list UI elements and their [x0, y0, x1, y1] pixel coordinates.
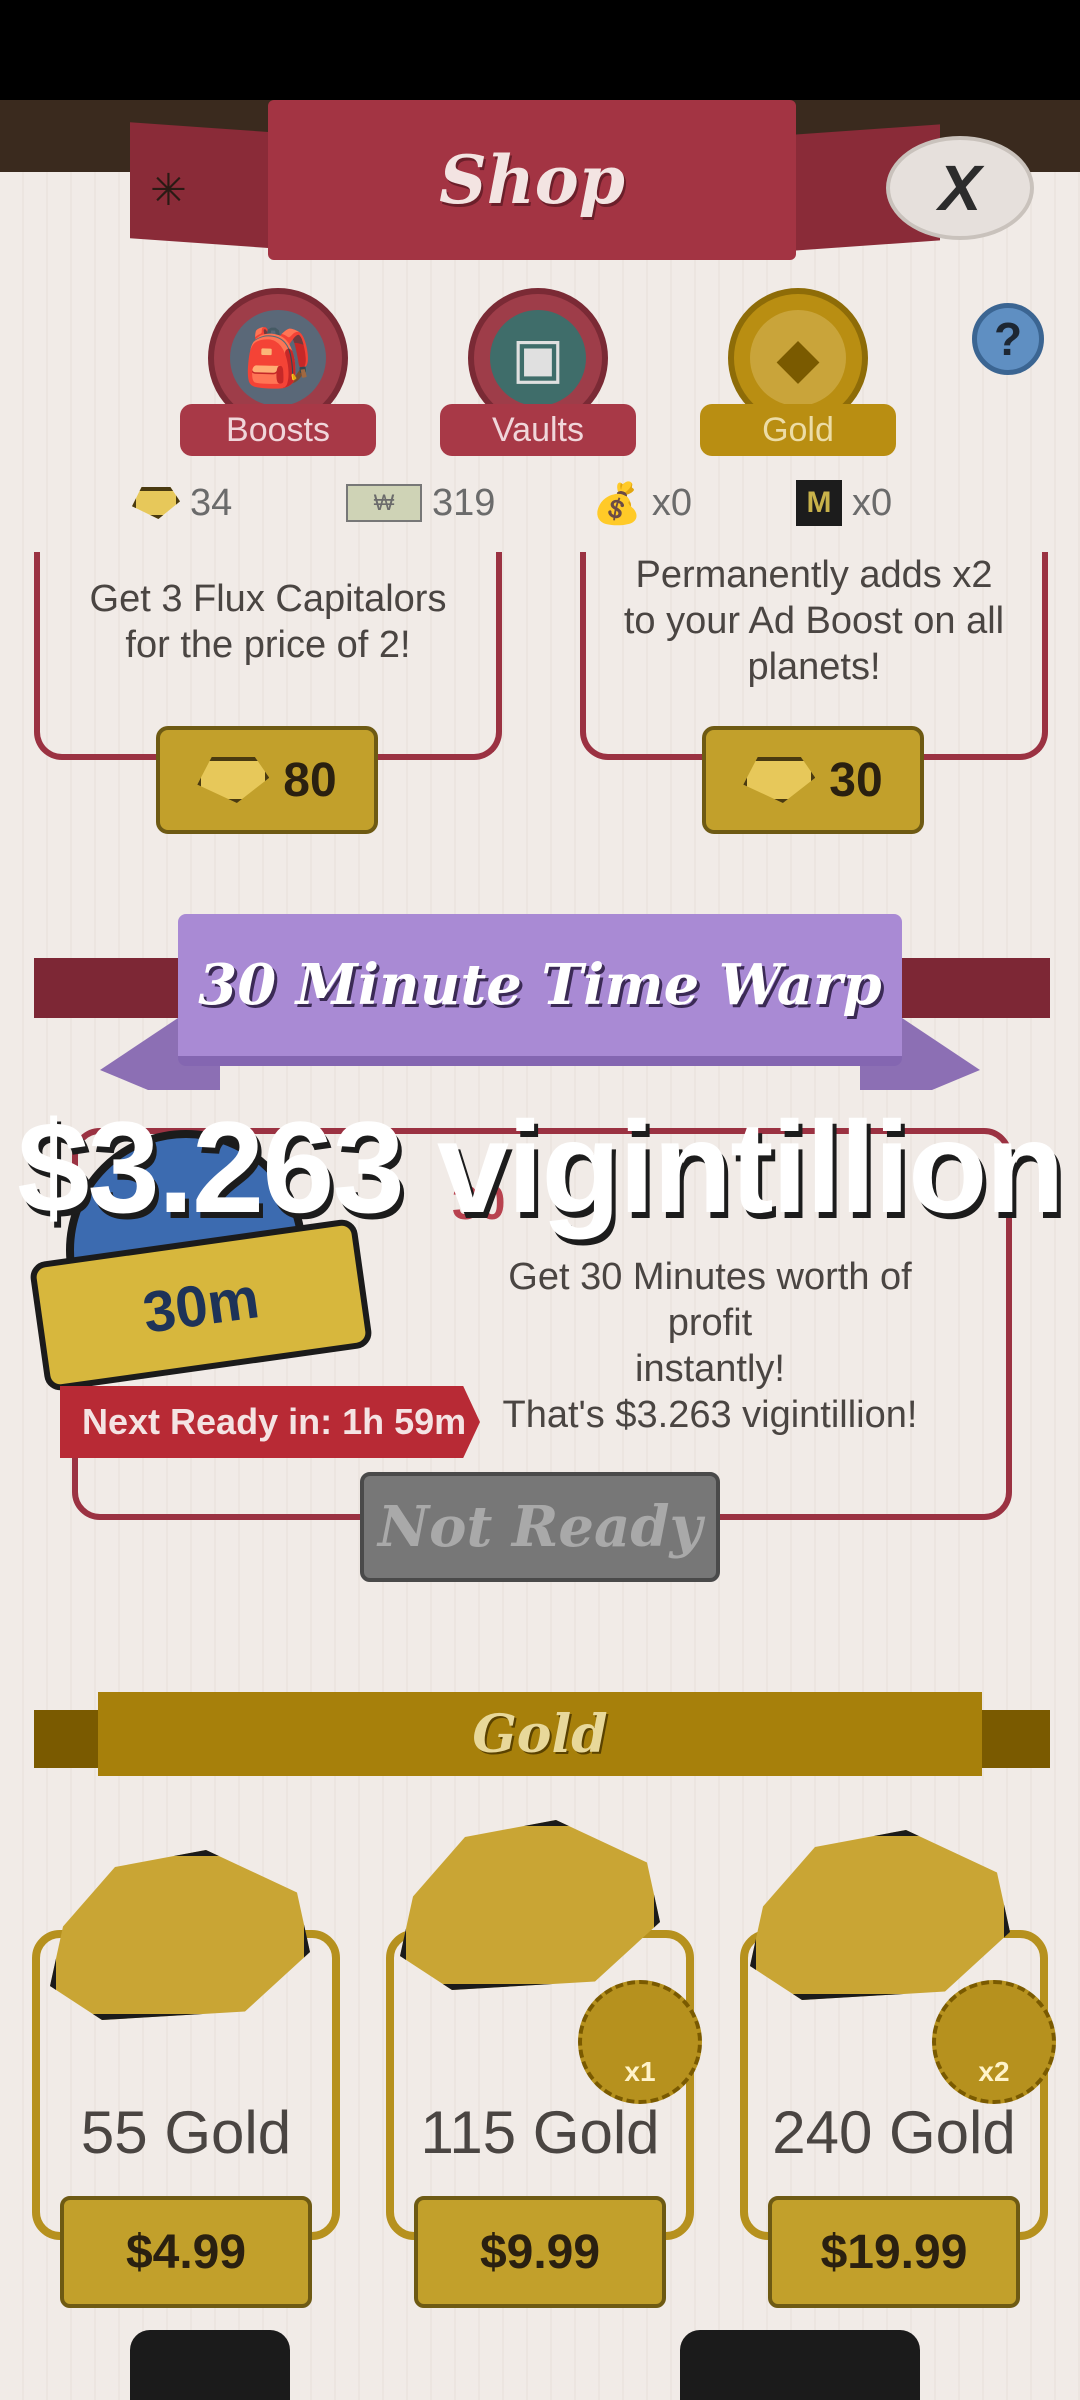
buy-flux-button[interactable]: 80 [156, 726, 378, 834]
currency-gold: 34 [132, 480, 232, 526]
bonus-label: x1 [624, 2056, 656, 2087]
gold-gem-icon: ◆ [750, 310, 846, 406]
bonus-label: x2 [978, 2056, 1010, 2087]
section-title: Gold [472, 1703, 608, 1765]
price-label: $4.99 [125, 2225, 247, 2279]
gold-gem-icon [197, 757, 270, 803]
offer-line: to your Ad Boost on all [623, 600, 1005, 642]
time-warp-ribbon: 30 Minute Time Warp [178, 914, 902, 1066]
not-ready-button[interactable]: Not Ready [360, 1472, 720, 1582]
time-warp-description: Get 30 Minutes worth of profit instantly… [470, 1254, 950, 1438]
desc-line: That's $3.263 vigintillion! [502, 1394, 918, 1436]
tab-label: Gold [700, 404, 896, 456]
offer-line: planets! [747, 646, 881, 688]
gold-gem-icon [132, 487, 180, 519]
vault-icon: ▣ [490, 310, 586, 406]
close-icon: X [938, 152, 982, 224]
button-label: Not Ready [377, 1494, 703, 1560]
time-warp-badge: 30m [138, 1264, 264, 1346]
help-icon: ? [993, 313, 1023, 365]
price-label: 80 [283, 753, 337, 807]
offer-line: Permanently adds x2 [635, 554, 993, 596]
bonus-seal: x1 [578, 1980, 702, 2104]
currency-value: x0 [651, 481, 692, 524]
next-item-peek [680, 2330, 920, 2400]
gold-pack-label: 115 Gold [420, 2099, 660, 2166]
megabucks-icon: ₩ [346, 484, 422, 522]
tab-gold[interactable]: ◆ Gold [700, 288, 896, 458]
mega-ticket-icon: M [796, 480, 842, 526]
desc-line: Get 30 Minutes worth of profit [508, 1256, 912, 1344]
boost-bag-icon: 🎒 [230, 310, 326, 406]
next-ready-banner: Next Ready in: 1h 59m [60, 1386, 480, 1458]
page-title: Shop [439, 141, 625, 219]
gold-pack-label: 55 Gold [80, 2099, 292, 2166]
currency-megabucks: ₩ 319 [346, 480, 495, 526]
currency-value: 34 [190, 481, 233, 524]
price-label: $19.99 [820, 2225, 968, 2279]
close-button[interactable]: X [886, 136, 1034, 240]
offer-description: Permanently adds x2 to your Ad Boost on … [598, 552, 1030, 690]
status-bar [0, 0, 1080, 100]
bonus-seal: x2 [932, 1980, 1056, 2104]
buy-115-gold-button[interactable]: $9.99 [414, 2196, 666, 2308]
buy-240-gold-button[interactable]: $19.99 [768, 2196, 1020, 2308]
help-button[interactable]: ? [972, 303, 1044, 375]
gold-pack-label: 240 Gold [772, 2099, 1016, 2166]
next-item-peek [130, 2330, 290, 2400]
shop-title-banner: Shop [268, 100, 796, 260]
currency-money-bag: 💰 x0 [592, 480, 692, 526]
offer-line: Get 3 Flux Capitalors [89, 578, 447, 620]
buy-ad-boost-button[interactable]: 30 [702, 726, 924, 834]
currency-value: x0 [852, 481, 893, 524]
starburst-icon: ✳ [150, 166, 187, 215]
money-bag-icon: 💰 [592, 481, 642, 526]
price-label: $9.99 [479, 2225, 601, 2279]
currency-mega-ticket: M x0 [796, 480, 892, 526]
gold-gem-icon [743, 757, 816, 803]
tab-vaults[interactable]: ▣ Vaults [440, 288, 636, 458]
currency-value: 319 [432, 481, 496, 524]
tab-label: Boosts [180, 404, 376, 456]
price-label: 30 [829, 753, 883, 807]
buy-55-gold-button[interactable]: $4.99 [60, 2196, 312, 2308]
offer-line: for the price of 2! [125, 624, 411, 666]
tab-label: Vaults [440, 404, 636, 456]
tab-boosts[interactable]: 🎒 Boosts [180, 288, 376, 458]
desc-line: instantly! [635, 1348, 785, 1390]
ribbon-title: 30 Minute Time Warp [198, 952, 882, 1018]
offer-description: Get 3 Flux Capitalors for the price of 2… [60, 576, 476, 668]
gold-section-header: Gold [98, 1692, 982, 1776]
time-warp-amount: $3.263 vigintillion [17, 1094, 1065, 1240]
